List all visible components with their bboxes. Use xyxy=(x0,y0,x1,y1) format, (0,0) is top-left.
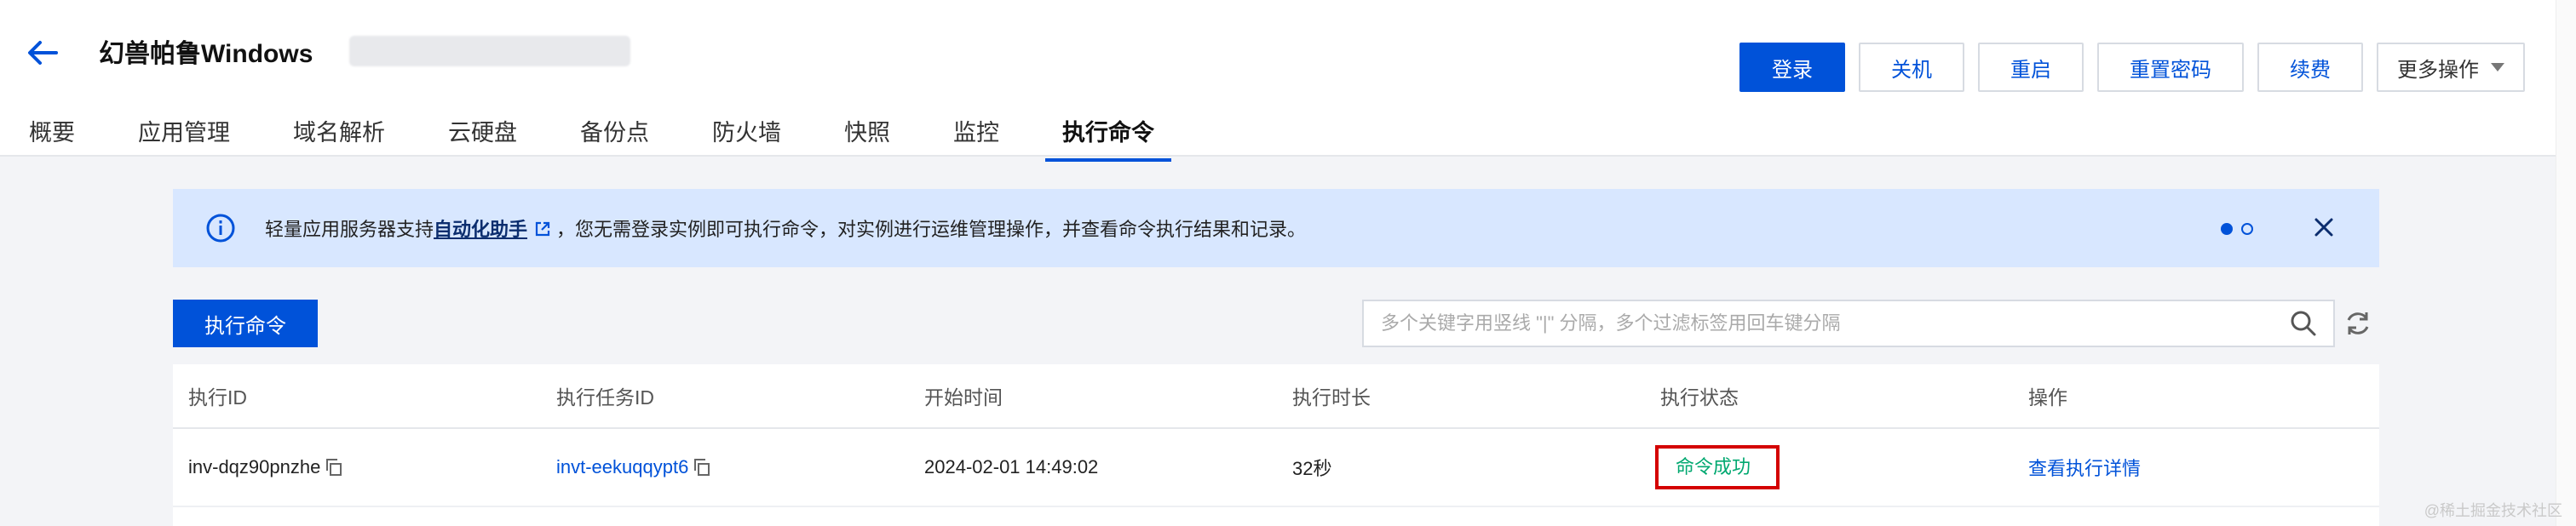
more-actions-dropdown[interactable]: 更多操作 xyxy=(2377,43,2525,92)
cell-exec-id: inv-dqz90pnzhe xyxy=(173,456,541,478)
scrollbar[interactable] xyxy=(2556,0,2576,526)
view-details-link[interactable]: 查看执行详情 xyxy=(2028,454,2141,481)
refresh-icon[interactable] xyxy=(2343,308,2373,339)
tab-dns[interactable]: 域名解析 xyxy=(293,111,385,157)
col-duration: 执行时长 xyxy=(1292,386,1371,409)
automation-assistant-link[interactable]: 自动化助手 xyxy=(434,219,527,240)
carousel-dots xyxy=(2221,223,2253,235)
table-row-partial xyxy=(173,507,2379,526)
copy-icon[interactable] xyxy=(324,457,344,477)
page-header: 幻兽帕鲁Windows 登录 关机 重启 重置密码 续费 更多操作 概要 应用管… xyxy=(0,0,2576,162)
close-icon[interactable] xyxy=(2311,214,2337,240)
search-box xyxy=(1362,300,2335,347)
page-title: 幻兽帕鲁Windows xyxy=(99,40,313,68)
table-row: inv-dqz90pnzhe invt-eekuqqypt6 2024-02-0… xyxy=(173,429,2379,507)
tab-firewall[interactable]: 防火墙 xyxy=(712,111,781,157)
cell-duration: 32秒 xyxy=(1292,458,1332,479)
cell-actions: 查看执行详情 xyxy=(2013,454,2379,481)
col-start-time: 开始时间 xyxy=(924,386,1003,409)
col-status: 执行状态 xyxy=(1660,386,1739,409)
watermark-text: @稀土掘金技术社区 xyxy=(2424,502,2562,519)
notice-prefix: 轻量应用服务器支持 xyxy=(265,219,434,240)
tab-monitor[interactable]: 监控 xyxy=(953,111,999,157)
execution-table: 执行ID 执行任务ID 开始时间 执行时长 执行状态 操作 inv-dqz90p… xyxy=(173,364,2379,526)
col-actions: 操作 xyxy=(2028,386,2067,409)
info-icon xyxy=(206,214,235,243)
exec-id-value: inv-dqz90pnzhe xyxy=(188,456,321,477)
run-command-button[interactable]: 执行命令 xyxy=(173,300,318,347)
search-icon[interactable] xyxy=(2289,309,2318,338)
status-badge: 命令成功 xyxy=(1676,456,1751,477)
search-input[interactable] xyxy=(1364,301,2289,346)
notice-banner: 轻量应用服务器支持自动化助手 ，您无需登录实例即可执行命令，对实例进行运维管理操… xyxy=(173,189,2379,267)
restart-button[interactable]: 重启 xyxy=(1978,43,2084,92)
col-task-id: 执行任务ID xyxy=(556,386,654,409)
table-header: 执行ID 执行任务ID 开始时间 执行时长 执行状态 操作 xyxy=(173,364,2379,429)
carousel-dot-2[interactable] xyxy=(2241,223,2253,235)
col-exec-id: 执行ID xyxy=(188,386,247,409)
reset-password-button[interactable]: 重置密码 xyxy=(2097,43,2244,92)
tab-app-management[interactable]: 应用管理 xyxy=(138,111,230,157)
tab-cloud-disk[interactable]: 云硬盘 xyxy=(448,111,517,157)
tab-overview[interactable]: 概要 xyxy=(29,111,75,157)
notice-suffix: ，您无需登录实例即可执行命令，对实例进行运维管理操作，并查看命令执行结果和记录。 xyxy=(556,219,1307,240)
header-actions: 登录 关机 重启 重置密码 续费 更多操作 xyxy=(1739,43,2525,92)
copy-icon[interactable] xyxy=(692,457,712,477)
renew-button[interactable]: 续费 xyxy=(2257,43,2363,92)
tab-run-command[interactable]: 执行命令 xyxy=(1045,111,1171,162)
redacted-instance-id xyxy=(349,36,630,66)
cell-task-id: invt-eekuqqypt6 xyxy=(541,456,909,478)
cell-start-time: 2024-02-01 14:49:02 xyxy=(924,456,1099,477)
status-highlight-box: 命令成功 xyxy=(1655,445,1780,489)
external-link-icon[interactable] xyxy=(534,220,551,237)
tab-bar: 概要 应用管理 域名解析 云硬盘 备份点 防火墙 快照 监控 执行命令 xyxy=(29,111,1217,162)
notice-text: 轻量应用服务器支持自动化助手 ，您无需登录实例即可执行命令，对实例进行运维管理操… xyxy=(265,214,1306,242)
more-actions-label: 更多操作 xyxy=(2397,58,2479,82)
shutdown-button[interactable]: 关机 xyxy=(1859,43,1964,92)
caret-down-icon xyxy=(2491,63,2504,71)
tab-snapshot[interactable]: 快照 xyxy=(844,111,890,157)
task-id-link[interactable]: invt-eekuqqypt6 xyxy=(556,456,688,478)
back-arrow-icon[interactable] xyxy=(24,34,61,71)
tab-backup[interactable]: 备份点 xyxy=(580,111,649,157)
cell-status: 命令成功 xyxy=(1645,445,2013,489)
carousel-dot-1[interactable] xyxy=(2221,223,2233,235)
login-button[interactable]: 登录 xyxy=(1739,43,1845,92)
